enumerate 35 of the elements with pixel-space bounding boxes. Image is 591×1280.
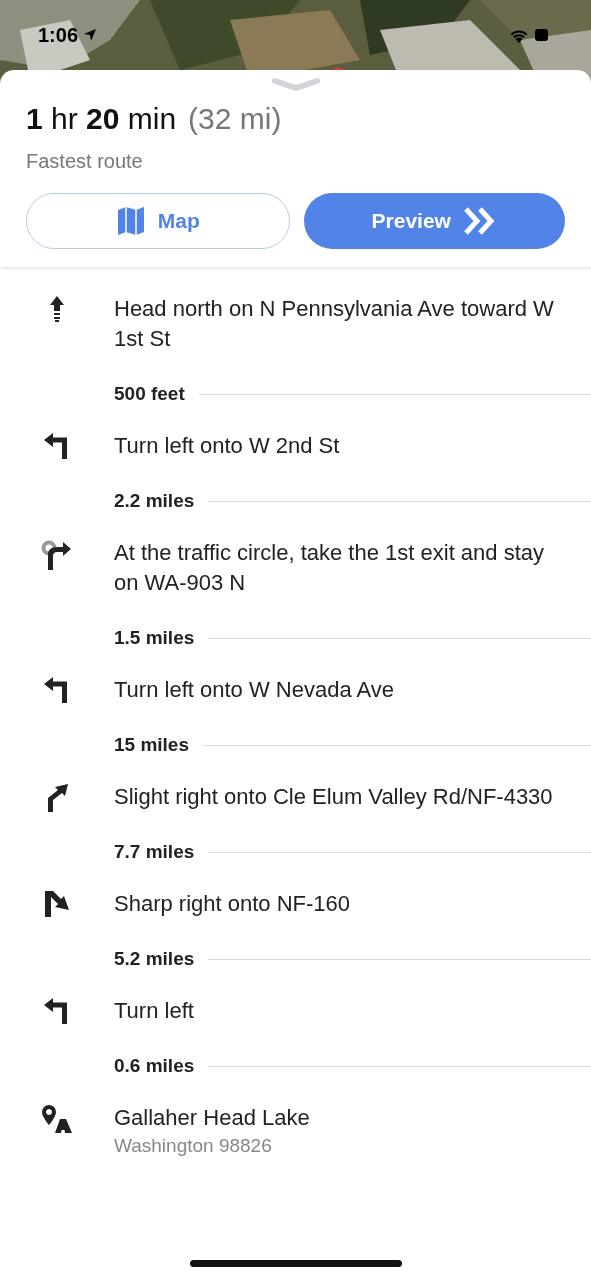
location-arrow-icon xyxy=(84,29,97,41)
direction-instruction: Slight right onto Cle Elum Valley Rd/NF-4330 xyxy=(114,783,554,811)
direction-instruction: At the traffic circle, take the 1st exit and stay on WA-903 N xyxy=(114,539,546,597)
slight-right-arrow-icon xyxy=(46,784,68,812)
turn-left-icon xyxy=(44,998,70,1024)
direction-instruction: Turn left onto W 2nd St xyxy=(114,432,341,460)
map-button[interactable]: Map xyxy=(26,193,290,249)
step-distance: 7.7 miles xyxy=(114,841,195,863)
turn-left-icon xyxy=(44,433,70,459)
step-distance: 5.2 miles xyxy=(114,948,195,970)
route-duration: 1 hr 20 min xyxy=(26,102,177,136)
step-distance: 0.6 miles xyxy=(114,1055,195,1077)
direction-instruction: Sharp right onto NF-160 xyxy=(114,890,352,918)
step-distance: 1.5 miles xyxy=(114,627,195,649)
direction-instruction: Turn left onto W Nevada Ave xyxy=(114,676,396,704)
map-icon xyxy=(115,206,146,236)
double-chevron-icon xyxy=(462,207,497,235)
direction-instruction: Turn left xyxy=(114,997,195,1025)
step-distance: 500 feet xyxy=(114,383,185,405)
direction-instruction: Head north on N Pennsylvania Ave toward W 1st St xyxy=(114,295,554,353)
status-time: 1:06 xyxy=(38,23,79,47)
straight-arrow-icon xyxy=(50,296,64,322)
roundabout-exit-icon xyxy=(41,540,73,570)
destination-pin-icon xyxy=(42,1105,72,1133)
sharp-right-arrow-icon xyxy=(45,891,69,917)
destination-address: Washington 98826 xyxy=(114,1134,273,1158)
turn-left-icon xyxy=(44,677,70,703)
destination-name: Gallaher Head Lake xyxy=(114,1104,311,1132)
route-type: Fastest route xyxy=(26,150,144,173)
step-distance: 15 miles xyxy=(114,734,189,756)
collapse-chevron-icon[interactable] xyxy=(271,78,320,92)
preview-button[interactable]: Preview xyxy=(303,193,565,249)
step-distance: 2.2 miles xyxy=(114,490,195,512)
battery-icon xyxy=(535,29,549,41)
route-distance: (32 mi) xyxy=(188,102,282,136)
